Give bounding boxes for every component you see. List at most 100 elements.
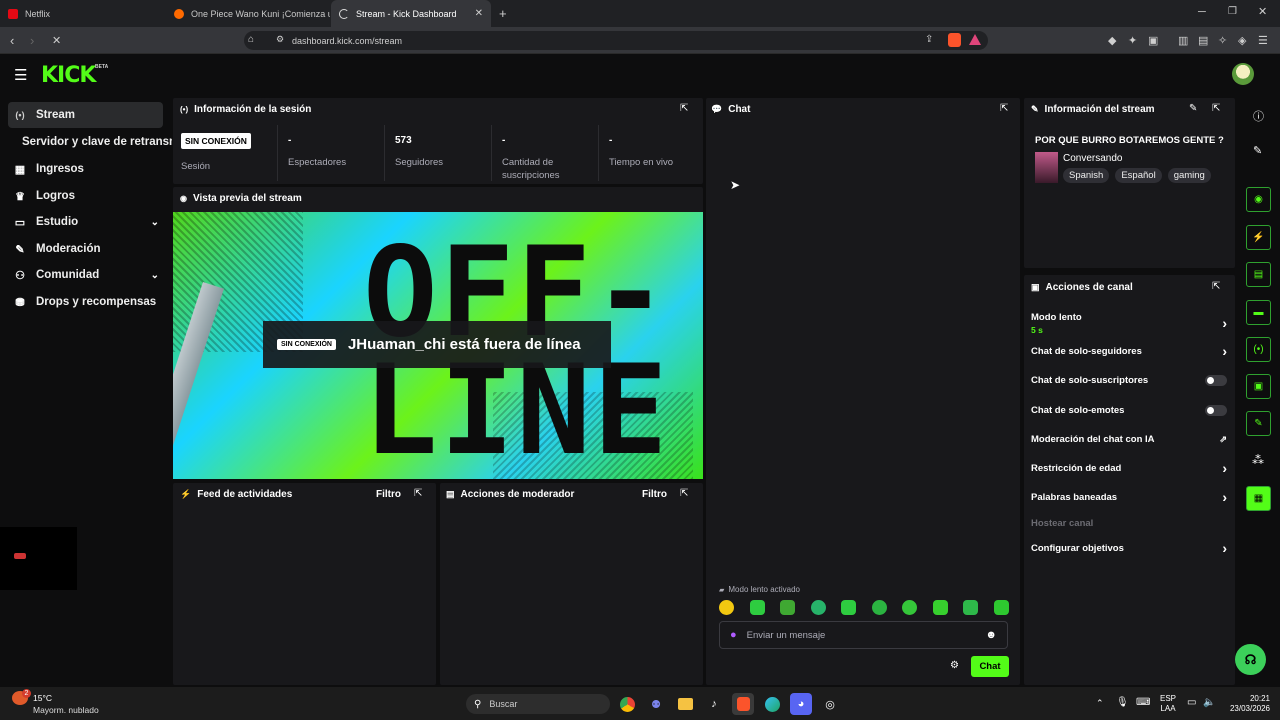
- tab-kick-dashboard[interactable]: Stream - Kick Dashboard ✕: [331, 0, 491, 27]
- tab-one-piece[interactable]: One Piece Wano Kuni ¡Comienza un: [166, 0, 330, 27]
- leo-ai-icon[interactable]: ✧: [1218, 34, 1227, 47]
- chat-settings-gear-icon[interactable]: ⚙: [950, 660, 959, 671]
- chrome-icon[interactable]: [616, 693, 638, 715]
- emote-icon[interactable]: [963, 600, 979, 615]
- emote-icon[interactable]: [993, 600, 1009, 615]
- edge-icon[interactable]: [761, 693, 783, 715]
- stream-info-widget-button[interactable]: ✎: [1246, 411, 1271, 436]
- forward-icon[interactable]: ›: [30, 33, 34, 48]
- language-indicator[interactable]: ESP LAA: [1160, 694, 1176, 714]
- volume-icon[interactable]: 🔈: [1203, 697, 1215, 708]
- headset-icon: ☊: [1244, 651, 1257, 667]
- action-followers-only[interactable]: Chat de solo-seguidores ›: [1031, 341, 1227, 361]
- keyboard-tray-icon[interactable]: ⌨: [1136, 697, 1150, 708]
- info-icon[interactable]: ⓘ: [1253, 108, 1264, 124]
- emote-icon[interactable]: [871, 600, 887, 615]
- action-configure-goals[interactable]: Configurar objetivos ›: [1031, 538, 1227, 558]
- tiktok-icon[interactable]: ♪: [703, 693, 725, 715]
- windows-start-icon[interactable]: [438, 695, 457, 714]
- action-banned-words[interactable]: Palabras baneadas ›: [1031, 487, 1227, 507]
- sidebar-item-logros[interactable]: ♛ Logros: [8, 183, 163, 209]
- sidebar-item-comunidad[interactable]: ⚇ Comunidad ⌄: [8, 262, 163, 288]
- sidebar-item-drops[interactable]: ⛃ Drops y recompensas: [8, 289, 163, 315]
- back-icon[interactable]: ‹: [10, 33, 14, 48]
- more-widgets-icon[interactable]: ⁂: [1252, 453, 1264, 467]
- tab-netflix[interactable]: Netflix: [0, 0, 165, 27]
- action-host-channel[interactable]: Hostear canal: [1031, 513, 1227, 533]
- chat-input[interactable]: ● Enviar un mensaje ☻: [719, 621, 1008, 649]
- mod-filter-button[interactable]: Filtro: [642, 489, 667, 500]
- share-icon[interactable]: ⇪: [925, 34, 933, 45]
- taskbar-search[interactable]: ⚲ Buscar: [466, 694, 610, 714]
- wallet-icon[interactable]: ◆: [1108, 34, 1116, 47]
- brave-shields-icon[interactable]: [948, 33, 961, 47]
- close-window-icon[interactable]: ✕: [1258, 5, 1267, 18]
- file-explorer-icon[interactable]: [674, 693, 696, 715]
- popout-icon[interactable]: ⇱: [680, 488, 688, 499]
- sidebar-item-estudio[interactable]: ▭ Estudio ⌄: [8, 209, 163, 235]
- popout-icon[interactable]: ⇱: [1000, 103, 1008, 114]
- sidebar-item-ingresos[interactable]: ▦ Ingresos: [8, 156, 163, 182]
- emote-icon[interactable]: [719, 600, 734, 615]
- screenshot-icon[interactable]: ▣: [1148, 34, 1158, 47]
- minimize-icon[interactable]: ─: [1198, 6, 1206, 18]
- hamburger-menu-icon[interactable]: ☰: [14, 66, 27, 84]
- maximize-icon[interactable]: ❐: [1228, 6, 1237, 17]
- close-tab-icon[interactable]: ✕: [475, 8, 483, 19]
- kick-logo[interactable]: KICK: [41, 63, 96, 88]
- new-tab-icon[interactable]: +: [499, 6, 507, 21]
- popout-icon[interactable]: ⇱: [414, 488, 422, 499]
- emoji-icon[interactable]: ☻: [985, 629, 997, 641]
- address-bar[interactable]: dashboard.kick.com/stream: [244, 31, 988, 50]
- subscribers-only-toggle[interactable]: [1205, 374, 1227, 386]
- microphone-tray-icon[interactable]: 🎙: [1116, 697, 1129, 708]
- brave-browser-icon[interactable]: [732, 693, 754, 715]
- wallet2-icon[interactable]: ▤: [1198, 34, 1208, 47]
- add-widget-button[interactable]: ▦: [1246, 486, 1271, 511]
- floating-mini-player[interactable]: [0, 527, 77, 590]
- emote-icon[interactable]: [932, 600, 948, 615]
- edit-pencil-icon[interactable]: ✎: [1253, 144, 1262, 157]
- network-icon[interactable]: ▭: [1187, 697, 1196, 708]
- obs-icon[interactable]: ◎: [819, 693, 841, 715]
- chat-send-button[interactable]: Chat: [971, 656, 1009, 677]
- edit-pencil-icon[interactable]: ✎: [1189, 103, 1197, 114]
- sidebar-item-moderacion[interactable]: ✎ Moderación: [8, 236, 163, 262]
- popout-icon[interactable]: ⇱: [1212, 103, 1220, 114]
- menu-icon[interactable]: ☰: [1258, 34, 1268, 47]
- popout-icon[interactable]: ⇱: [1212, 281, 1220, 292]
- action-ai-moderation[interactable]: Moderación del chat con IA ⇗: [1031, 429, 1227, 449]
- preview-widget-button[interactable]: ◉: [1246, 187, 1271, 212]
- microphone-icon[interactable]: ●: [730, 629, 737, 641]
- emote-icon[interactable]: [780, 600, 796, 615]
- activity-filter-button[interactable]: Filtro: [376, 489, 401, 500]
- session-widget-button[interactable]: (•): [1246, 337, 1271, 362]
- chat-widget-button[interactable]: ▬: [1246, 300, 1271, 325]
- discord-icon[interactable]: ◕: [790, 693, 812, 715]
- stop-loading-icon[interactable]: ✕: [52, 34, 61, 47]
- emote-icon[interactable]: [749, 600, 765, 615]
- emote-icon[interactable]: [841, 600, 857, 615]
- sidebar-item-stream[interactable]: (•) Stream: [8, 102, 163, 128]
- vpn-icon[interactable]: ◈: [1238, 34, 1246, 47]
- emote-icon[interactable]: [902, 600, 918, 615]
- channel-actions-widget-button[interactable]: ▣: [1246, 374, 1271, 399]
- sidebar-toggle-icon[interactable]: ▥: [1178, 34, 1188, 47]
- bookmark-icon[interactable]: ⌂: [248, 34, 254, 45]
- popout-icon[interactable]: ⇱: [680, 103, 688, 114]
- tray-chevron-up-icon[interactable]: ⌃: [1096, 698, 1104, 709]
- site-settings-icon[interactable]: ⚙: [276, 34, 284, 45]
- clock[interactable]: 20:21 23/03/2026: [1226, 694, 1270, 714]
- activity-widget-button[interactable]: ⚡: [1246, 225, 1271, 250]
- teams-icon[interactable]: ⚉: [645, 693, 667, 715]
- extensions-icon[interactable]: ✦: [1128, 34, 1137, 47]
- action-age-restriction[interactable]: Restricción de edad ›: [1031, 458, 1227, 478]
- brave-rewards-icon[interactable]: [969, 34, 981, 45]
- support-headset-button[interactable]: ☊: [1235, 644, 1266, 675]
- mod-actions-widget-button[interactable]: ▤: [1246, 262, 1271, 287]
- emote-icon[interactable]: [810, 600, 826, 615]
- sidebar-item-server-key[interactable]: Servidor y clave de retransm: [16, 129, 172, 155]
- emotes-only-toggle[interactable]: [1205, 404, 1227, 416]
- action-slow-mode[interactable]: Modo lento 5 s ›: [1031, 311, 1227, 335]
- user-avatar[interactable]: [1232, 63, 1254, 85]
